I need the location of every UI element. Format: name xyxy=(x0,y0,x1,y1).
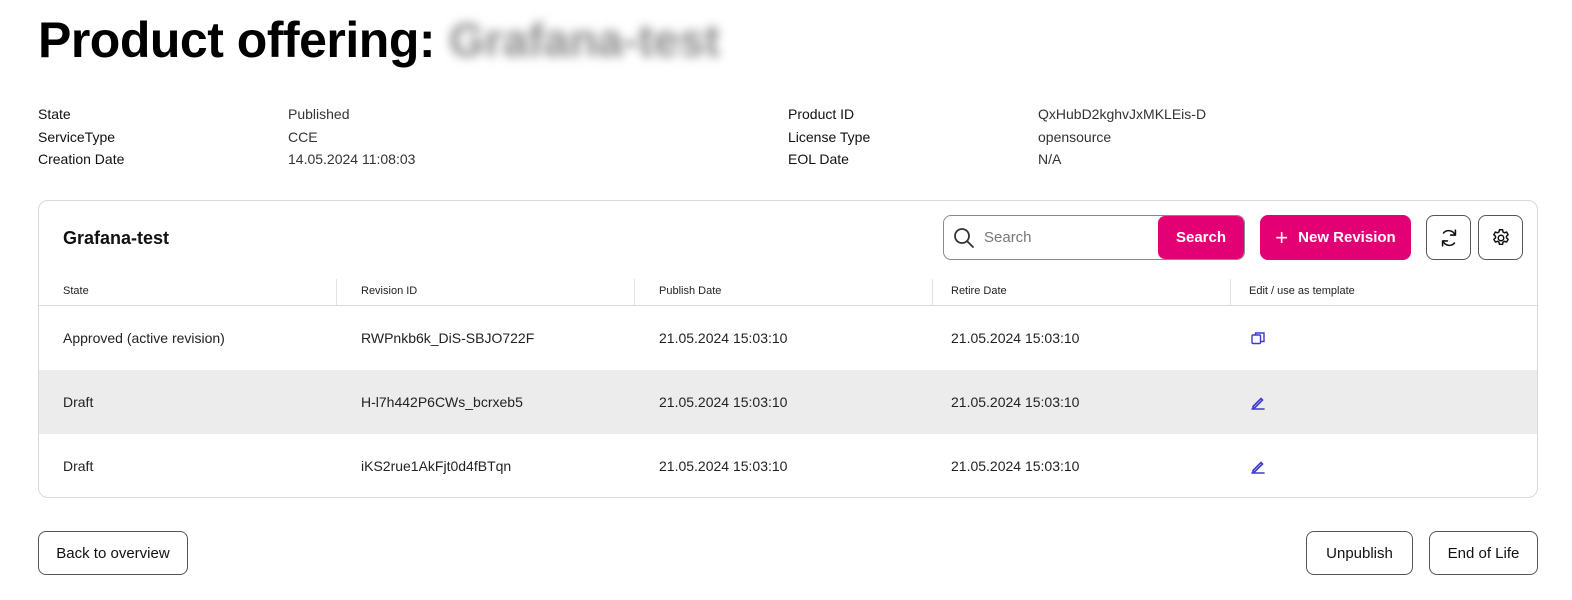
edit-icon[interactable] xyxy=(1249,457,1267,475)
column-header-edit: Edit / use as template xyxy=(1249,285,1355,297)
meta-row-license-type: License Type opensource xyxy=(788,126,1206,149)
meta-value: QxHubD2kghvJxMKLEis-D xyxy=(1038,106,1207,122)
meta-label: ServiceType xyxy=(38,128,116,145)
cell-action xyxy=(1231,370,1537,434)
meta-value: CCE xyxy=(288,128,318,145)
table-row: Draft iKS2rue1AkFjt0d4fBTqn 21.05.2024 1… xyxy=(39,434,1537,497)
revisions-table: State Revision ID Publish Date Retire Da… xyxy=(39,279,1537,497)
new-revision-button[interactable]: + New Revision xyxy=(1260,215,1411,260)
revisions-card: Grafana-test Search + New Revision State… xyxy=(38,200,1538,498)
cell-revision-id: H-l7h442P6CWs_bcrxeb5 xyxy=(361,394,523,410)
page-title-redacted-name: Grafana-test xyxy=(449,14,720,66)
meta-row-service-type: ServiceType CCE xyxy=(38,126,415,149)
settings-button[interactable] xyxy=(1478,215,1523,260)
search-button[interactable]: Search xyxy=(1158,216,1244,259)
cell-publish-date: 21.05.2024 15:03:10 xyxy=(659,330,788,346)
column-header-retire-date[interactable]: Retire Date xyxy=(933,279,1231,305)
back-to-overview-button[interactable]: Back to overview xyxy=(38,531,188,575)
meta-label: License Type xyxy=(788,128,871,145)
cell-state: Approved (active revision) xyxy=(63,330,225,346)
meta-value: opensource xyxy=(1038,128,1112,145)
cell-publish-date: 21.05.2024 15:03:10 xyxy=(659,394,788,410)
cell-retire-date: 21.05.2024 15:03:10 xyxy=(951,458,1080,474)
meta-label: State xyxy=(38,106,71,122)
meta-left: State Published ServiceType CCE Creation… xyxy=(38,103,415,171)
column-header-revision-id[interactable]: Revision ID xyxy=(337,279,635,305)
plus-icon: + xyxy=(1275,224,1289,250)
meta-value: Published xyxy=(288,106,350,122)
table-row: Draft H-l7h442P6CWs_bcrxeb5 21.05.2024 1… xyxy=(39,370,1537,434)
cell-action xyxy=(1231,434,1537,497)
search-box: Search xyxy=(943,215,1245,260)
edit-icon[interactable] xyxy=(1249,393,1267,411)
meta-label: Creation Date xyxy=(38,151,125,167)
meta-label: Product ID xyxy=(788,106,855,122)
cell-action xyxy=(1231,306,1537,370)
meta-label: EOL Date xyxy=(788,151,849,167)
cell-retire-date: 21.05.2024 15:03:10 xyxy=(951,394,1080,410)
card-title: Grafana-test xyxy=(63,228,170,248)
meta-row-product-id: Product ID QxHubD2kghvJxMKLEis-D xyxy=(788,103,1206,126)
table-header: State Revision ID Publish Date Retire Da… xyxy=(39,279,1537,306)
search-input[interactable] xyxy=(984,216,1160,259)
cell-state: Draft xyxy=(63,394,94,410)
meta-row-creation-date: Creation Date 14.05.2024 11:08:03 xyxy=(38,148,415,171)
search-icon xyxy=(954,228,974,248)
cell-revision-id: iKS2rue1AkFjt0d4fBTqn xyxy=(361,458,512,474)
meta-row-state: State Published xyxy=(38,103,415,126)
gear-icon xyxy=(1492,228,1509,245)
table-row: Approved (active revision) RWPnkb6k_DiS-… xyxy=(39,306,1537,370)
column-header-state[interactable]: State xyxy=(39,279,337,305)
column-header-publish-date[interactable]: Publish Date xyxy=(635,279,933,305)
end-of-life-button[interactable]: End of Life xyxy=(1429,531,1538,575)
meta-value: N/A xyxy=(1038,151,1062,167)
new-revision-label: New Revision xyxy=(1298,229,1396,246)
meta-right: Product ID QxHubD2kghvJxMKLEis-D License… xyxy=(788,103,1206,171)
cell-publish-date: 21.05.2024 15:03:10 xyxy=(659,458,788,474)
meta-value: 14.05.2024 11:08:03 xyxy=(288,151,416,167)
unpublish-button[interactable]: Unpublish xyxy=(1306,531,1413,575)
cell-retire-date: 21.05.2024 15:03:10 xyxy=(951,330,1080,346)
copy-icon[interactable] xyxy=(1249,329,1267,347)
page-title: Product offering: Grafana-test xyxy=(38,12,720,68)
refresh-icon xyxy=(1441,228,1456,247)
cell-revision-id: RWPnkb6k_DiS-SBJO722F xyxy=(361,330,535,346)
cell-state: Draft xyxy=(63,458,94,474)
page-title-prefix: Product offering: xyxy=(38,12,436,68)
refresh-button[interactable] xyxy=(1426,215,1471,260)
meta-row-eol-date: EOL Date N/A xyxy=(788,148,1206,171)
